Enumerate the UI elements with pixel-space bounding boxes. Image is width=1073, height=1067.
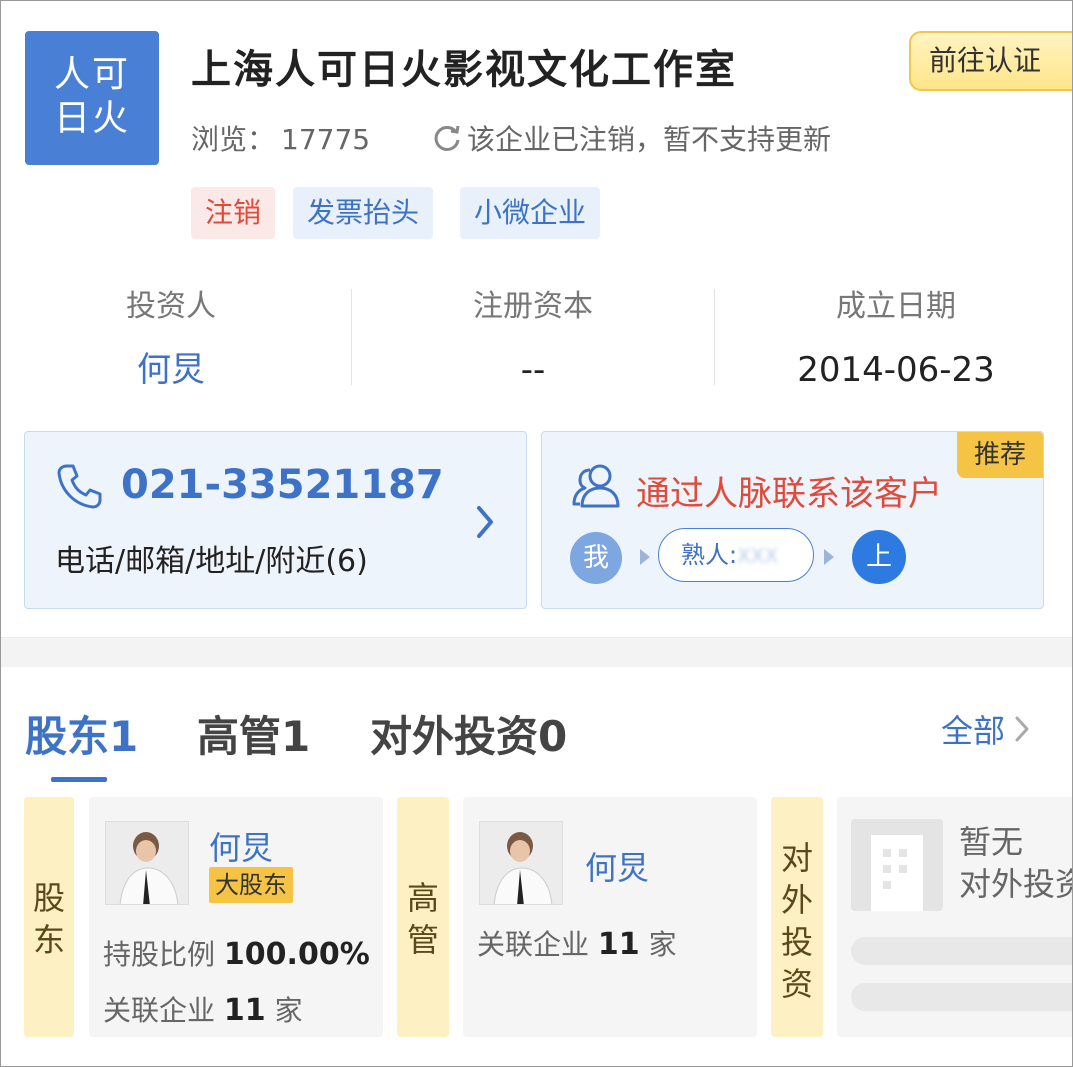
chain-arrow	[824, 549, 834, 565]
people-icon	[572, 464, 620, 508]
empty-line-2: 对外投资	[959, 865, 1072, 903]
phone-icon	[57, 464, 102, 509]
acquaintance-masked: XXX	[737, 544, 779, 568]
building-icon	[851, 819, 943, 911]
section-separator	[1, 637, 1072, 667]
chain-arrow	[640, 549, 650, 565]
side-char: 投	[780, 923, 813, 961]
major-shareholder-badge: 大股东	[209, 867, 293, 903]
investment-card[interactable]: 暂无 对外投资	[837, 797, 1072, 1037]
views-label: 浏览：	[191, 123, 276, 156]
tag-invoice-title[interactable]: 发票抬头	[293, 187, 434, 239]
related-count: 11	[223, 993, 266, 1028]
stat-founded-date: 成立日期 2014-06-23	[726, 285, 1066, 393]
view-all-link[interactable]: 全部	[941, 706, 1031, 752]
stat-label: 注册资本	[473, 289, 593, 324]
status-notice: 该企业已注销，暂不支持更新	[431, 118, 831, 158]
shareholder-side-label: 股 东	[24, 797, 74, 1037]
empty-line-1: 暂无	[959, 823, 1024, 861]
view-all-label: 全部	[941, 712, 1006, 750]
view-count: 浏览： 17775	[191, 118, 370, 158]
views-number: 17775	[281, 123, 371, 156]
avatar	[105, 821, 189, 905]
avatar	[479, 821, 563, 905]
shareholder-name[interactable]: 何炅	[209, 823, 273, 869]
tab-shareholders[interactable]: 股东1	[25, 703, 138, 764]
stat-value: --	[520, 350, 546, 390]
side-char: 高	[406, 879, 439, 917]
company-name: 上海人可日火影视文化工作室	[191, 47, 737, 93]
tab-executives[interactable]: 高管1	[197, 703, 310, 764]
acquaintance-pill[interactable]: 熟人:XXX	[658, 528, 814, 582]
investment-side-label: 对 外 投 资	[771, 797, 823, 1037]
related-label: 关联企业	[103, 994, 216, 1027]
related-unit: 家	[648, 928, 677, 961]
share-ratio: 持股比例 100.00%	[103, 933, 370, 973]
ratio-value: 100.00%	[223, 937, 370, 972]
stat-label: 投资人	[126, 289, 216, 324]
divider	[714, 289, 715, 385]
side-char: 资	[780, 965, 813, 1003]
side-char: 对	[780, 839, 813, 877]
related-label: 关联企业	[477, 928, 590, 961]
contact-subtitle: 电话/邮箱/地址/附近(6)	[55, 544, 368, 579]
chain-target-avatar: 上	[852, 530, 906, 584]
placeholder-bar	[851, 983, 1072, 1011]
related-unit: 家	[274, 994, 303, 1027]
stat-investor[interactable]: 投资人 何炅	[1, 285, 341, 393]
executive-name[interactable]: 何炅	[585, 843, 649, 889]
logo-line-1: 人可	[53, 54, 130, 95]
stat-value[interactable]: 何炅	[1, 347, 341, 393]
side-char: 管	[406, 921, 439, 959]
chain-me-avatar: 我	[570, 532, 622, 584]
status-text: 该企业已注销，暂不支持更新	[467, 123, 832, 156]
executive-side-label: 高 管	[397, 797, 449, 1037]
side-char: 东	[32, 921, 65, 959]
divider	[351, 289, 352, 385]
no-investment-text: 暂无 对外投资	[959, 821, 1072, 905]
phone-number[interactable]: 021-33521187	[121, 462, 444, 508]
stat-label: 成立日期	[836, 289, 956, 324]
network-card[interactable]: 推荐 通过人脉联系该客户 我 熟人:XXX 上	[541, 431, 1044, 609]
executive-card[interactable]: 何炅 关联企业 11 家	[463, 797, 757, 1037]
recommended-badge: 推荐	[957, 432, 1043, 478]
logo-line-2: 日火	[53, 98, 130, 139]
related-companies: 关联企业 11 家	[477, 923, 677, 963]
ratio-label: 持股比例	[103, 938, 216, 971]
stat-value: 2014-06-23	[797, 350, 995, 390]
related-count: 11	[597, 927, 640, 962]
network-title[interactable]: 通过人脉联系该客户	[636, 466, 942, 515]
tag-small-business[interactable]: 小微企业	[460, 187, 601, 239]
refresh-icon	[434, 125, 460, 151]
acquaintance-label: 熟人:	[681, 541, 738, 569]
verify-button[interactable]: 前往认证	[909, 31, 1072, 91]
side-char: 外	[780, 881, 813, 919]
tag-cancelled[interactable]: 注销	[191, 187, 276, 239]
stat-registered-capital: 注册资本 --	[363, 285, 703, 393]
related-companies: 关联企业 11 家	[103, 989, 303, 1029]
side-char: 股	[32, 879, 65, 917]
placeholder-bar	[851, 937, 1072, 965]
tab-investments[interactable]: 对外投资0	[370, 703, 567, 764]
shareholder-card[interactable]: 何炅 大股东 持股比例 100.00% 关联企业 11 家	[89, 797, 383, 1037]
chevron-right-icon[interactable]	[473, 504, 497, 540]
active-tab-indicator	[51, 777, 107, 782]
company-logo: 人可 日火	[25, 31, 159, 165]
chevron-right-icon	[1015, 716, 1029, 742]
company-detail-page: 人可 日火 上海人可日火影视文化工作室 前往认证 浏览： 17775 该企业已注销…	[0, 0, 1073, 1067]
contact-card[interactable]: 021-33521187 电话/邮箱/地址/附近(6)	[24, 431, 527, 609]
